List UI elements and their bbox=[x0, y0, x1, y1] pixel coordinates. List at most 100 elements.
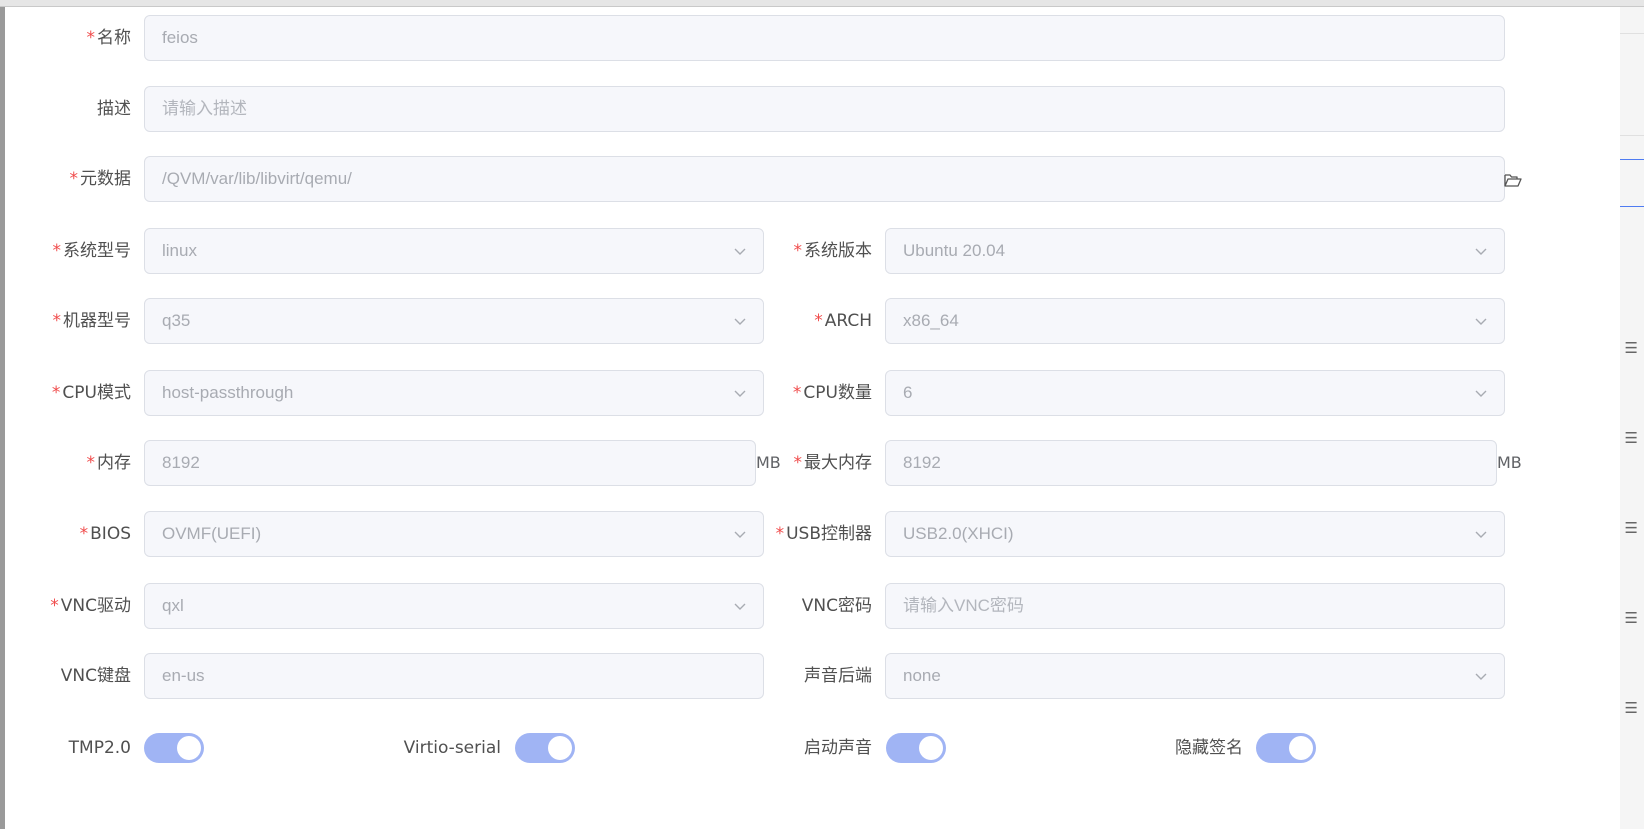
vnc-driver-label: * VNC驱动 bbox=[5, 596, 131, 616]
max-memory-field[interactable] bbox=[885, 440, 1497, 486]
bios-value: OVMF(UEFI) bbox=[162, 524, 262, 543]
machine-type-label: * 机器型号 bbox=[5, 311, 132, 331]
vnc-keyboard-label: VNC键盘 bbox=[5, 666, 131, 686]
cpu-mode-select[interactable]: host-passthrough bbox=[144, 370, 764, 416]
os-version-select[interactable]: Ubuntu 20.04 bbox=[885, 228, 1505, 274]
bios-label-text: BIOS bbox=[90, 524, 131, 544]
vnc-password-field[interactable] bbox=[885, 583, 1505, 629]
memory-label: * 内存 bbox=[5, 453, 132, 473]
machine-type-label-text: 机器型号 bbox=[63, 311, 131, 331]
bios-label: * BIOS bbox=[5, 524, 131, 544]
required-mark: * bbox=[50, 596, 59, 616]
backdrop-highlight bbox=[1620, 159, 1644, 207]
vnc-driver-label-text: VNC驱动 bbox=[60, 596, 131, 616]
usb-controller-label-text: USB控制器 bbox=[786, 524, 872, 544]
virtio-serial-switch[interactable] bbox=[515, 733, 575, 763]
metadata-field[interactable] bbox=[144, 156, 1505, 202]
virtio-serial-label-text: Virtio-serial bbox=[403, 738, 501, 758]
required-mark: * bbox=[52, 241, 62, 261]
chevron-down-icon bbox=[734, 248, 746, 255]
hide-signature-label-text: 隐藏签名 bbox=[1175, 738, 1243, 758]
description-field[interactable] bbox=[144, 86, 1505, 132]
required-mark: * bbox=[69, 169, 79, 189]
cpu-mode-label: * CPU模式 bbox=[5, 383, 131, 403]
tpm-switch[interactable] bbox=[144, 733, 204, 763]
audio-backend-select[interactable]: none bbox=[885, 653, 1505, 699]
boot-sound-switch[interactable] bbox=[886, 733, 946, 763]
required-mark: * bbox=[814, 311, 823, 331]
description-label: 描述 bbox=[5, 99, 131, 119]
name-label: * 名称 bbox=[5, 28, 132, 48]
settings-slider-icon[interactable]: ☰ bbox=[1625, 521, 1638, 536]
os-type-select[interactable]: linux bbox=[144, 228, 764, 274]
machine-type-value: q35 bbox=[162, 311, 191, 330]
required-mark: * bbox=[51, 383, 61, 403]
memory-label-text: 内存 bbox=[97, 453, 131, 473]
name-field[interactable] bbox=[144, 15, 1505, 61]
cpu-mode-label-text: CPU模式 bbox=[62, 383, 131, 403]
bios-select[interactable]: OVMF(UEFI) bbox=[144, 511, 764, 557]
description-input[interactable] bbox=[162, 99, 1487, 119]
metadata-label-text: 元数据 bbox=[80, 169, 131, 189]
required-mark: * bbox=[86, 28, 96, 48]
cpu-count-label: * CPU数量 bbox=[765, 383, 872, 403]
switch-knob bbox=[919, 736, 943, 760]
audio-backend-value: none bbox=[903, 666, 941, 685]
required-mark: * bbox=[775, 524, 785, 544]
switch-knob bbox=[548, 736, 572, 760]
usb-controller-select[interactable]: USB2.0(XHCI) bbox=[885, 511, 1505, 557]
settings-slider-icon[interactable]: ☰ bbox=[1625, 701, 1638, 716]
arch-select[interactable]: x86_64 bbox=[885, 298, 1505, 344]
cpu-mode-value: host-passthrough bbox=[162, 383, 294, 402]
arch-value: x86_64 bbox=[903, 311, 959, 330]
cpu-count-value: 6 bbox=[903, 383, 913, 402]
required-mark: * bbox=[52, 311, 62, 331]
settings-slider-icon[interactable]: ☰ bbox=[1625, 341, 1638, 356]
metadata-input[interactable] bbox=[162, 169, 1487, 189]
chevron-down-icon bbox=[734, 531, 746, 538]
chevron-down-icon bbox=[1475, 531, 1487, 538]
switch-knob bbox=[177, 736, 201, 760]
chevron-down-icon bbox=[734, 318, 746, 325]
os-version-label: * 系统版本 bbox=[765, 241, 873, 261]
os-type-label-text: 系统型号 bbox=[63, 241, 131, 261]
max-memory-input[interactable] bbox=[903, 453, 1479, 473]
tpm-label: TMP2.0 bbox=[5, 738, 131, 758]
tpm-label-text: TMP2.0 bbox=[68, 738, 131, 758]
machine-type-select[interactable]: q35 bbox=[144, 298, 764, 344]
audio-backend-label-text: 声音后端 bbox=[804, 666, 872, 686]
os-version-value: Ubuntu 20.04 bbox=[903, 241, 1006, 260]
vm-config-dialog: *名称 描述 *元数据 *系统型号 linux *系统版本 Ubuntu 20.… bbox=[5, 7, 1620, 829]
chevron-down-icon bbox=[1475, 673, 1487, 680]
chevron-down-icon bbox=[1475, 390, 1487, 397]
vnc-keyboard-input[interactable] bbox=[162, 666, 746, 686]
vnc-password-label-text: VNC密码 bbox=[801, 596, 872, 616]
chevron-down-icon bbox=[734, 390, 746, 397]
vnc-driver-value: qxl bbox=[162, 596, 184, 615]
os-type-value: linux bbox=[162, 241, 197, 260]
vnc-password-input[interactable] bbox=[903, 596, 1487, 616]
hide-signature-switch[interactable] bbox=[1256, 733, 1316, 763]
chevron-down-icon bbox=[734, 603, 746, 610]
required-mark: * bbox=[86, 453, 96, 473]
folder-open-icon[interactable] bbox=[1504, 172, 1522, 188]
hide-signature-label: 隐藏签名 bbox=[1135, 738, 1243, 758]
audio-backend-label: 声音后端 bbox=[765, 666, 872, 686]
name-input[interactable] bbox=[162, 28, 1487, 48]
vnc-driver-select[interactable]: qxl bbox=[144, 583, 764, 629]
settings-slider-icon[interactable]: ☰ bbox=[1625, 431, 1638, 446]
window-top-bar bbox=[0, 0, 1644, 7]
vnc-keyboard-field[interactable] bbox=[144, 653, 764, 699]
memory-field[interactable] bbox=[144, 440, 756, 486]
switch-knob bbox=[1289, 736, 1313, 760]
description-label-text: 描述 bbox=[97, 99, 131, 119]
cpu-count-select[interactable]: 6 bbox=[885, 370, 1505, 416]
backdrop-right: ☰ ☰ ☰ ☰ ☰ bbox=[1620, 7, 1644, 829]
metadata-label: * 元数据 bbox=[5, 169, 132, 189]
memory-input[interactable] bbox=[162, 453, 738, 473]
settings-slider-icon[interactable]: ☰ bbox=[1625, 611, 1638, 626]
os-version-label-text: 系统版本 bbox=[804, 241, 872, 261]
arch-label-text: ARCH bbox=[824, 311, 872, 331]
usb-controller-value: USB2.0(XHCI) bbox=[903, 524, 1014, 543]
required-mark: * bbox=[79, 524, 89, 544]
